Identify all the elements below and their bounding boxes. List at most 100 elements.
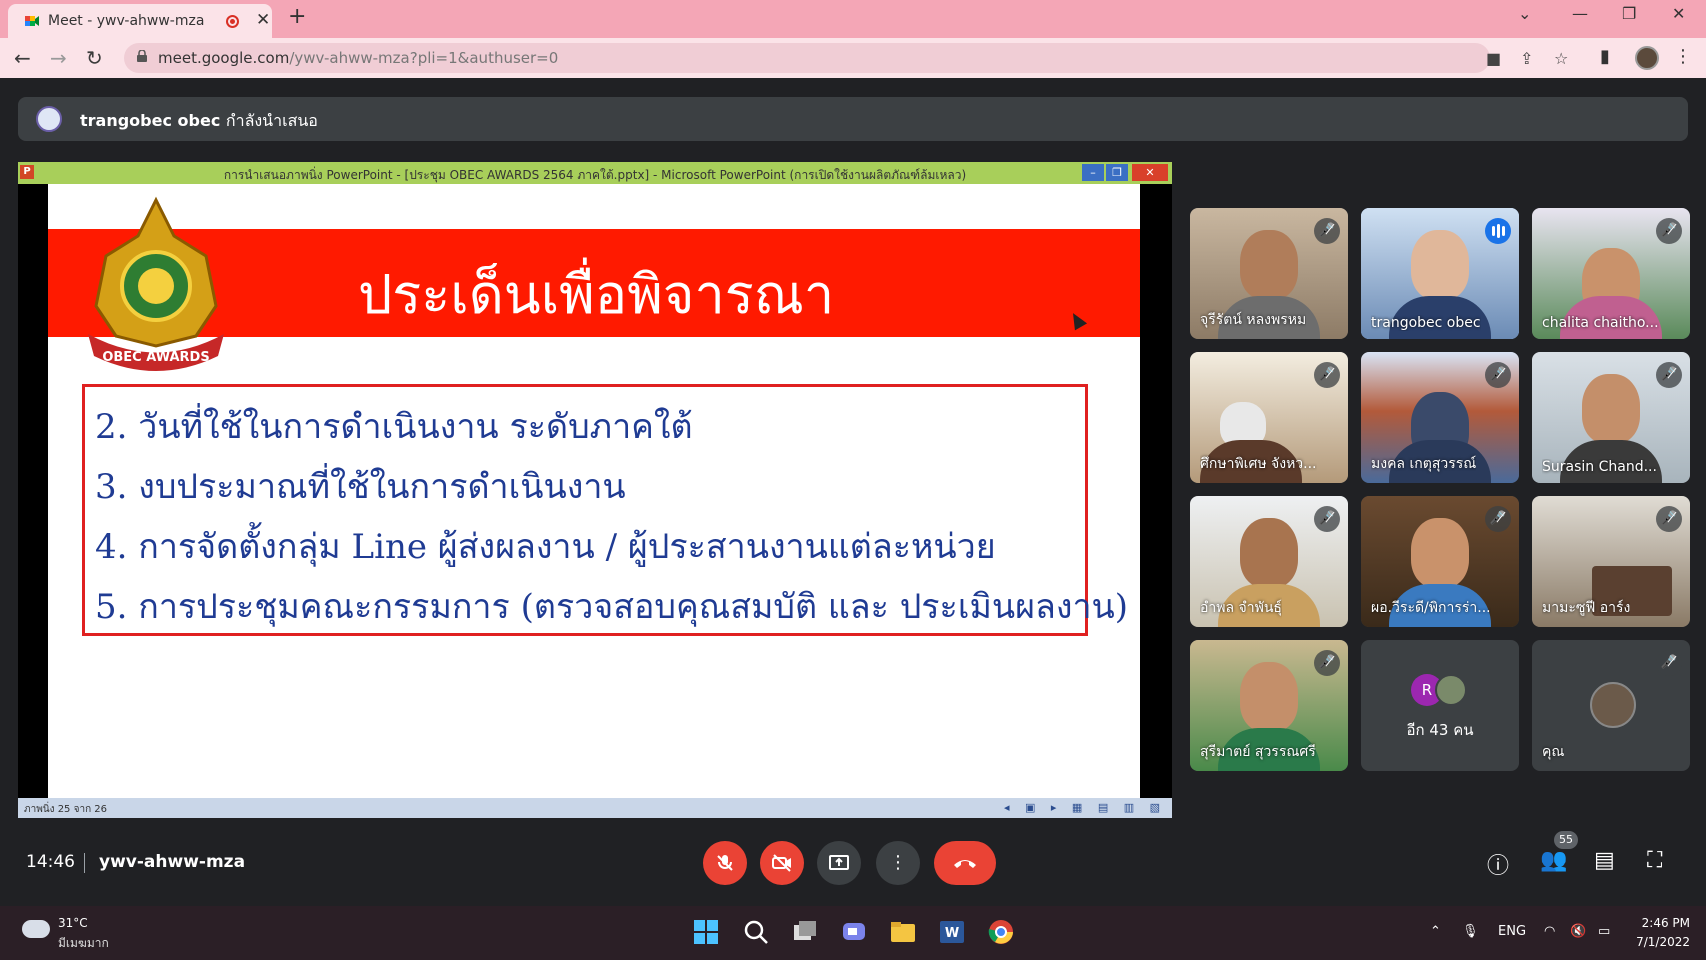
word-icon[interactable]: W bbox=[938, 918, 966, 946]
participant-tile[interactable]: 🎤̸ สุรีมาตย์ สุวรรณศรี bbox=[1190, 640, 1348, 771]
participant-tile[interactable]: 🎤̸ chalita chaitho... bbox=[1532, 208, 1690, 339]
participant-tile[interactable]: 🎤̸ จุรีรัตน์ หลงพรหม bbox=[1190, 208, 1348, 339]
meeting-clock: 14:46 bbox=[26, 852, 75, 872]
url-host: meet.google.com bbox=[158, 49, 290, 67]
search-icon[interactable] bbox=[742, 918, 770, 946]
tray-overflow-icon[interactable]: ⌃ bbox=[1430, 924, 1441, 939]
cloud-icon bbox=[22, 920, 50, 938]
windows-start-icon[interactable] bbox=[692, 918, 720, 946]
camera-permission-icon[interactable]: ■ bbox=[1486, 49, 1501, 68]
browser-menu-icon[interactable]: ⋮ bbox=[1674, 46, 1692, 67]
participant-tile[interactable]: 🎤̸ ศึกษาพิเศษ จังหว... bbox=[1190, 352, 1348, 483]
participant-tile[interactable]: 🎤̸ มามะซูฟี อาร์ง bbox=[1532, 496, 1690, 627]
mic-off-icon: 🎤̸ bbox=[1656, 650, 1682, 676]
mic-off-icon: 🎤̸ bbox=[1314, 506, 1340, 532]
mic-off-icon: 🎤̸ bbox=[1314, 362, 1340, 388]
self-tile[interactable]: 🎤̸ คุณ bbox=[1532, 640, 1690, 771]
teams-chat-icon[interactable] bbox=[840, 918, 868, 946]
ppt-close-icon: ✕ bbox=[1132, 164, 1168, 181]
participant-name: จุรีรัตน์ หลงพรหม bbox=[1200, 312, 1307, 328]
recording-indicator-icon bbox=[226, 15, 239, 28]
battery-icon[interactable]: ▭ bbox=[1598, 924, 1610, 939]
slide: ประเด็นเพื่อพิจารณา OBEC AWARDS 2. วันที… bbox=[48, 184, 1140, 798]
chat-icon[interactable]: ▤ bbox=[1594, 848, 1615, 873]
camera-toggle-button[interactable] bbox=[760, 841, 804, 885]
ppt-window-title: การนำเสนอภาพนิ่ง PowerPoint - [ประชุม OB… bbox=[223, 168, 967, 182]
camera-off-icon bbox=[772, 854, 791, 872]
taskbar-date[interactable]: 7/1/2022 bbox=[1620, 935, 1690, 949]
participant-name: trangobec obec bbox=[1371, 315, 1481, 331]
wifi-icon[interactable]: ◠ bbox=[1544, 924, 1555, 939]
new-tab-button[interactable]: + bbox=[288, 4, 306, 29]
ppt-view-icons: ◂ ▣ ▸ ▦ ▤ ▥ ▧ bbox=[1004, 801, 1166, 814]
more-vertical-icon: ⋮ bbox=[889, 852, 907, 873]
file-explorer-icon[interactable] bbox=[889, 918, 917, 946]
agenda-item: 5. การประชุมคณะกรรมการ (ตรวจสอบคุณสมบัติ… bbox=[95, 587, 1129, 627]
present-screen-button[interactable] bbox=[817, 841, 861, 885]
participant-tile[interactable]: 🎤̸ Surasin Chand... bbox=[1532, 352, 1690, 483]
shared-screen: P การนำเสนอภาพนิ่ง PowerPoint - [ประชุม … bbox=[18, 162, 1172, 818]
taskbar-time[interactable]: 2:46 PM bbox=[1640, 916, 1690, 930]
participant-tile[interactable]: 🎤̸ มงคล เกตุสุวรรณ์ bbox=[1361, 352, 1519, 483]
svg-text:W: W bbox=[945, 926, 959, 941]
participant-tile[interactable]: 🎤̸ ผอ.วีระดี/พิการร่า... bbox=[1361, 496, 1519, 627]
tab-title: Meet - ywv-ahww-mza bbox=[48, 13, 205, 29]
slide-heading: ประเด็นเพื่อพิจารณา bbox=[358, 263, 835, 326]
back-icon[interactable]: ← bbox=[14, 46, 31, 70]
lock-icon bbox=[137, 50, 147, 62]
microphone-tray-icon[interactable]: 🎙 bbox=[1462, 924, 1479, 939]
windows-taskbar: 31°C มีเมฆมาก W ⌃ 🎙 ENG ◠ 🔇 ▭ 2:46 PM 7/… bbox=[0, 906, 1706, 960]
agenda-item: 3. งบประมาณที่ใช้ในการดำเนินงาน bbox=[95, 467, 626, 507]
hang-up-icon bbox=[954, 860, 976, 868]
participant-tile[interactable]: 🎤̸ อำพล จำพันธุ์ bbox=[1190, 496, 1348, 627]
participant-tile[interactable]: trangobec obec bbox=[1361, 208, 1519, 339]
mic-off-icon: 🎤̸ bbox=[1656, 218, 1682, 244]
tab-close-icon[interactable]: ✕ bbox=[256, 10, 270, 30]
window-close-icon[interactable]: ✕ bbox=[1672, 4, 1685, 23]
more-options-button[interactable]: ⋮ bbox=[876, 841, 920, 885]
chrome-icon[interactable] bbox=[987, 918, 1015, 946]
forward-icon[interactable]: → bbox=[50, 46, 67, 70]
tab-meet[interactable]: Meet - ywv-ahww-mza ✕ bbox=[8, 4, 272, 38]
meeting-info-icon[interactable]: ⓘ bbox=[1487, 848, 1509, 880]
agenda-item: 2. วันที่ใช้ในการดำเนินงาน ระดับภาคใต้ bbox=[95, 407, 693, 447]
profile-avatar[interactable] bbox=[1635, 46, 1659, 70]
browser-toolbar: ← → ↻ meet.google.com/ywv-ahww-mza?pli=1… bbox=[0, 38, 1706, 78]
meeting-code: ywv-ahww-mza bbox=[99, 852, 246, 872]
reload-icon[interactable]: ↻ bbox=[86, 46, 103, 70]
self-name: คุณ bbox=[1542, 744, 1565, 760]
meet-favicon-icon bbox=[25, 16, 39, 26]
mic-off-icon bbox=[717, 855, 733, 871]
weather-description: มีเมฆมาก bbox=[58, 936, 109, 950]
self-avatar bbox=[1590, 682, 1636, 728]
input-language[interactable]: ENG bbox=[1498, 924, 1526, 939]
mic-off-icon: 🎤̸ bbox=[1485, 506, 1511, 532]
task-view-icon[interactable] bbox=[791, 918, 819, 946]
more-participants-label: อีก 43 คน bbox=[1406, 721, 1474, 739]
bookmark-star-icon[interactable]: ☆ bbox=[1554, 49, 1568, 68]
more-participants-avatars: R bbox=[1411, 674, 1471, 706]
share-icon[interactable]: ⇪ bbox=[1520, 49, 1533, 68]
volume-muted-icon[interactable]: 🔇 bbox=[1570, 924, 1586, 939]
participant-name: มงคล เกตุสุวรรณ์ bbox=[1371, 456, 1477, 472]
restore-icon[interactable]: ❐ bbox=[1622, 4, 1636, 23]
mic-off-icon: 🎤̸ bbox=[1314, 650, 1340, 676]
leave-call-button[interactable] bbox=[934, 841, 996, 885]
address-bar[interactable]: meet.google.com/ywv-ahww-mza?pli=1&authu… bbox=[124, 43, 1568, 73]
mic-toggle-button[interactable] bbox=[703, 841, 747, 885]
obec-awards-logo: OBEC AWARDS bbox=[88, 196, 224, 371]
present-icon bbox=[829, 855, 849, 870]
presenter-avatar bbox=[36, 106, 62, 132]
tab-search-icon[interactable]: ⌄ bbox=[1518, 4, 1531, 23]
people-icon[interactable]: 👥 bbox=[1540, 848, 1567, 873]
ppt-minimize-icon: – bbox=[1082, 164, 1104, 181]
side-panel-icon[interactable]: ▮ bbox=[1600, 46, 1610, 67]
presenter-status: กำลังนำเสนอ bbox=[225, 111, 318, 130]
ppt-restore-icon: ❐ bbox=[1106, 164, 1128, 181]
activities-icon[interactable]: ⛶ bbox=[1647, 848, 1662, 873]
more-participants-tile[interactable]: R อีก 43 คน bbox=[1361, 640, 1519, 771]
url-text: meet.google.com/ywv-ahww-mza?pli=1&authu… bbox=[158, 49, 558, 67]
presenter-bar: trangobec obec กำลังนำเสนอ bbox=[18, 97, 1688, 141]
agenda-item: 4. การจัดตั้งกลุ่ม Line ผู้ส่งผลงาน / ผู… bbox=[95, 527, 996, 567]
minimize-icon[interactable]: — bbox=[1572, 4, 1588, 23]
